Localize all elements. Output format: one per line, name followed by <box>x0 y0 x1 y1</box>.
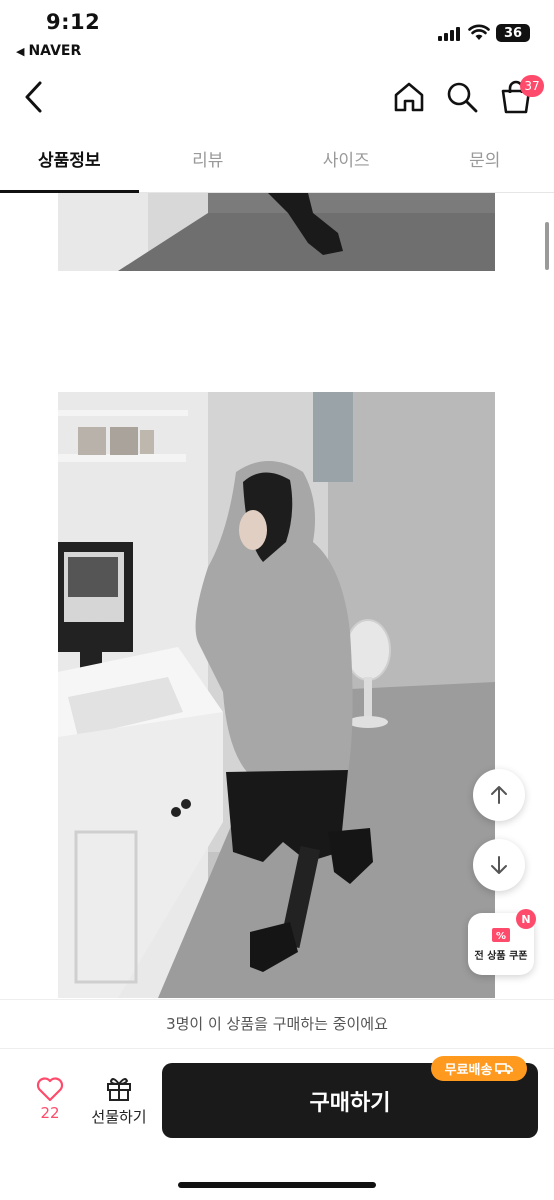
signal-icon <box>438 27 460 41</box>
coupon-icon: % <box>492 927 510 942</box>
chevron-left-icon[interactable] <box>18 78 50 116</box>
back-triangle-icon: ◀ <box>16 44 25 58</box>
coupon-new-badge: N <box>516 909 536 929</box>
gift-label: 선물하기 <box>91 1108 147 1126</box>
like-count: 22 <box>40 1104 60 1122</box>
product-image <box>58 392 495 998</box>
scroll-bottom-button[interactable] <box>473 839 525 891</box>
tab-inquiry[interactable]: 문의 <box>416 136 554 192</box>
like-button[interactable]: 22 <box>28 1076 72 1132</box>
arrow-up-icon <box>491 786 507 804</box>
scrollbar[interactable] <box>545 222 549 270</box>
gift-button[interactable]: 선물하기 <box>86 1074 152 1134</box>
scroll-top-button[interactable] <box>473 769 525 821</box>
product-image-previous <box>58 193 495 271</box>
status-time: 9:12 <box>46 10 101 34</box>
coupon-label: 전 상품 쿠폰 <box>474 950 528 962</box>
tab-product-info[interactable]: 상품정보 <box>0 136 139 193</box>
svg-text:%: % <box>496 931 506 942</box>
battery-level: 36 <box>503 25 523 41</box>
home-icon[interactable] <box>392 80 426 114</box>
home-indicator[interactable] <box>178 1182 376 1188</box>
tab-review[interactable]: 리뷰 <box>139 136 278 192</box>
cart-count-badge: 37 <box>520 75 544 97</box>
free-shipping-badge: 무료배송 <box>431 1056 527 1081</box>
tab-size[interactable]: 사이즈 <box>277 136 416 192</box>
battery-icon: 36 <box>496 24 530 42</box>
gift-icon <box>107 1078 131 1101</box>
wifi-icon <box>468 24 490 40</box>
heart-icon <box>36 1077 64 1102</box>
product-tabs: 상품정보 리뷰 사이즈 문의 <box>0 136 554 193</box>
arrow-down-icon <box>491 856 507 874</box>
truck-icon <box>495 1063 514 1075</box>
buyers-notice: 3명이 이 상품을 구매하는 중이에요 <box>0 999 554 1049</box>
search-icon[interactable] <box>445 80 479 114</box>
free-shipping-label: 무료배송 <box>444 1063 493 1078</box>
back-app-label: NAVER <box>28 43 82 59</box>
back-to-app[interactable]: ◀ NAVER <box>16 43 81 59</box>
